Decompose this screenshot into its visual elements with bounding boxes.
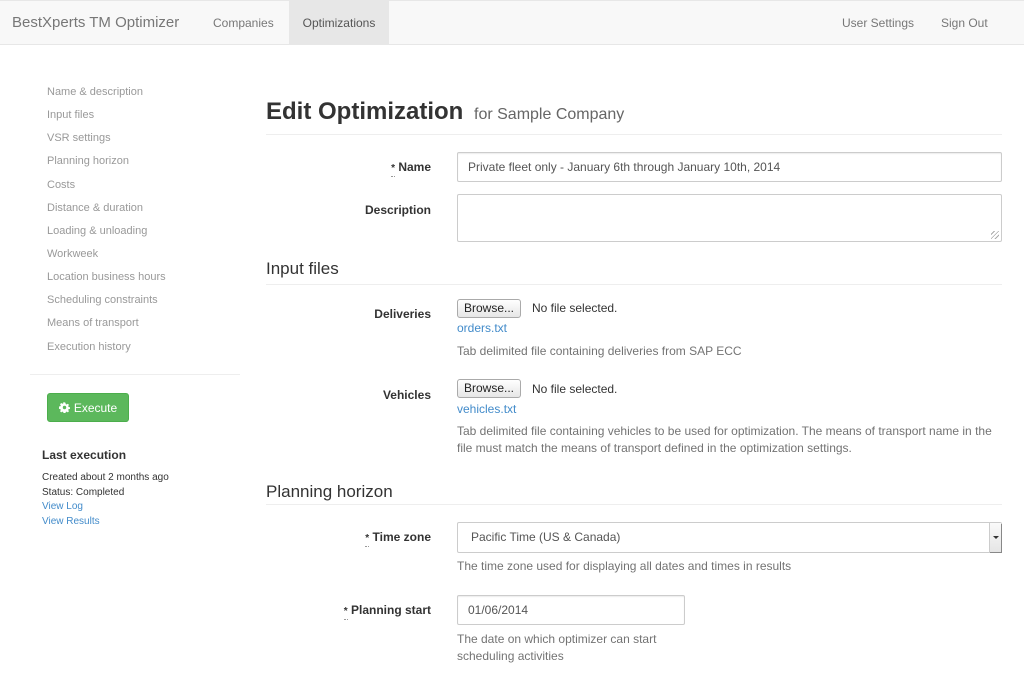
sidebar-item-planning-horizon[interactable]: Planning horizon xyxy=(47,154,129,168)
sidebar-item-workweek[interactable]: Workweek xyxy=(47,247,98,261)
page-subtitle: for Sample Company xyxy=(474,106,625,123)
nav-companies[interactable]: Companies xyxy=(200,1,287,45)
page-title: Edit Optimization for Sample Company xyxy=(266,98,624,126)
sidebar-item-input-files[interactable]: Input files xyxy=(47,108,94,122)
top-navbar: BestXperts TM Optimizer Companies Optimi… xyxy=(0,0,1024,45)
nav-sign-out[interactable]: Sign Out xyxy=(928,1,1001,45)
last-execution-status: Status: Completed xyxy=(42,487,125,498)
required-marker: * xyxy=(343,606,348,617)
resize-grip-icon[interactable] xyxy=(991,231,999,239)
input-files-heading: Input files xyxy=(266,259,339,278)
execute-label: Execute xyxy=(73,400,118,415)
name-input[interactable]: Private fleet only - January 6th through… xyxy=(457,152,1002,182)
nav-user-settings[interactable]: User Settings xyxy=(829,1,927,45)
view-results-link[interactable]: View Results xyxy=(42,515,100,529)
last-execution-created: Created about 2 months ago xyxy=(42,472,169,483)
sidebar-item-name-description[interactable]: Name & description xyxy=(47,85,143,99)
title-divider xyxy=(266,134,1002,135)
name-label: * Name xyxy=(391,160,431,174)
view-log-link[interactable]: View Log xyxy=(42,500,83,514)
sidebar-item-distance-duration[interactable]: Distance & duration xyxy=(47,201,143,215)
sidebar-item-scheduling-constraints[interactable]: Scheduling constraints xyxy=(47,293,158,307)
planning-start-help-text: The date on which optimizer can start sc… xyxy=(457,632,657,663)
planning-start-input[interactable]: 01/06/2014 xyxy=(457,595,685,625)
deliveries-help-text: Tab delimited file containing deliveries… xyxy=(457,344,742,358)
sidebar-item-execution-history[interactable]: Execution history xyxy=(47,340,131,354)
deliveries-browse-button[interactable]: Browse... xyxy=(457,299,522,318)
sidebar-item-vsr-settings[interactable]: VSR settings xyxy=(47,131,111,145)
vehicles-file-status: No file selected. xyxy=(532,382,618,396)
deliveries-label: Deliveries xyxy=(374,307,431,321)
required-marker: * xyxy=(391,163,395,174)
description-textarea[interactable] xyxy=(457,194,1002,242)
sidebar-divider xyxy=(30,374,240,375)
nav-optimizations[interactable]: Optimizations xyxy=(289,1,389,45)
required-marker: * xyxy=(365,533,370,544)
vehicles-file-link[interactable]: vehicles.txt xyxy=(457,402,516,416)
sidebar-item-costs[interactable]: Costs xyxy=(47,178,75,192)
sidebar-item-location-business-hours[interactable]: Location business hours xyxy=(47,270,166,284)
sidebar-item-means-of-transport[interactable]: Means of transport xyxy=(47,316,139,330)
gear-icon xyxy=(58,402,70,413)
page-title-text: Edit Optimization xyxy=(266,98,464,125)
deliveries-file-link[interactable]: orders.txt xyxy=(457,321,507,335)
time-zone-select[interactable]: Pacific Time (US & Canada) xyxy=(457,522,1002,553)
sidebar-item-loading-unloading[interactable]: Loading & unloading xyxy=(47,224,147,238)
time-zone-value: Pacific Time (US & Canada) xyxy=(471,530,621,544)
vehicles-help-text: Tab delimited file containing vehicles t… xyxy=(457,424,992,455)
brand-logo[interactable]: BestXperts TM Optimizer xyxy=(12,1,179,45)
time-zone-help-text: The time zone used for displaying all da… xyxy=(457,559,792,573)
chevron-down-icon[interactable] xyxy=(989,523,1001,552)
planning-horizon-divider xyxy=(266,504,1002,505)
last-execution-heading: Last execution xyxy=(42,448,127,462)
planning-horizon-heading: Planning horizon xyxy=(266,482,393,501)
execute-button[interactable]: Execute xyxy=(47,393,129,422)
planning-start-label: * Planning start xyxy=(343,603,431,617)
time-zone-label: * Time zone xyxy=(365,530,431,544)
vehicles-browse-button[interactable]: Browse... xyxy=(457,379,522,398)
input-files-divider xyxy=(266,284,1002,285)
description-label: Description xyxy=(364,203,431,217)
deliveries-file-status: No file selected. xyxy=(532,301,618,315)
vehicles-label: Vehicles xyxy=(382,388,431,402)
